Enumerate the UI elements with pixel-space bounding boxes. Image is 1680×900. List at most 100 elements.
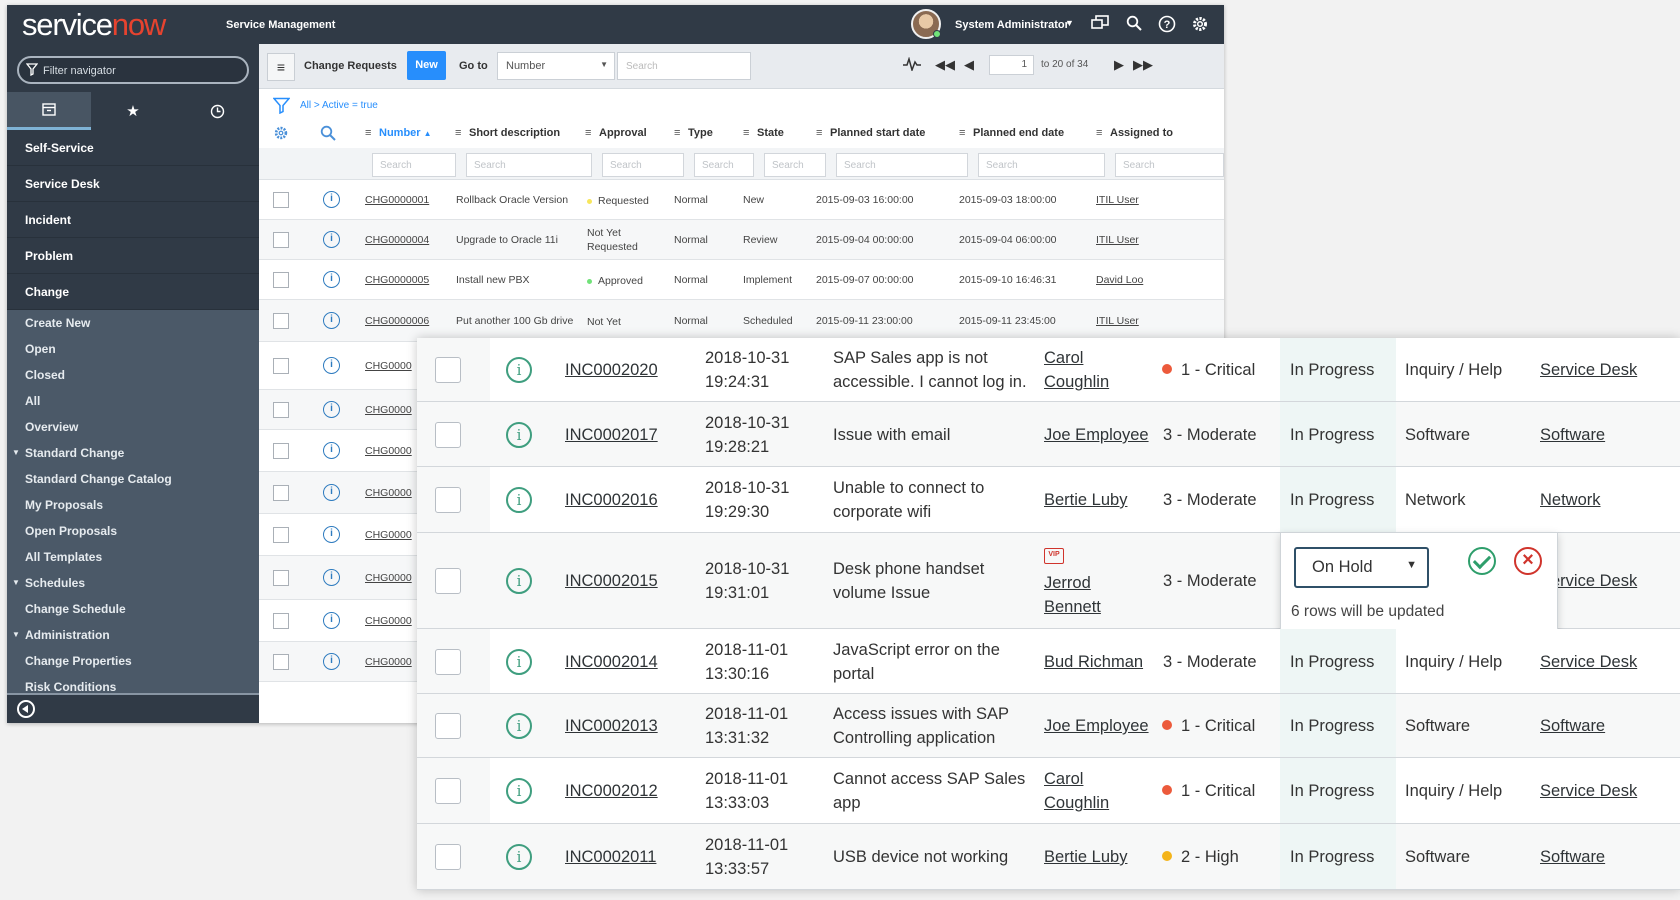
list-menu-button[interactable]: ≡ [267,53,295,81]
caller-link-cont[interactable]: Coughlin [1044,370,1109,394]
info-icon[interactable]: i [506,713,532,739]
table-row[interactable]: i INC0002014 2018-11-01 13:30:16 JavaScript … [417,629,1680,694]
incident-number-link[interactable]: INC0002014 [565,650,658,674]
row-checkbox[interactable] [435,422,461,448]
table-row[interactable]: i INC0002017 2018-10-31 19:28:21 Issue with … [417,402,1680,467]
nav-item-all[interactable]: All [7,388,259,414]
column-header-number[interactable]: ≡ Number ▲ [365,127,432,139]
nav-item-my-proposals[interactable]: My Proposals [7,492,259,518]
nav-module-change[interactable]: Change [7,274,259,310]
nav-module-self-service[interactable]: Self-Service [7,130,259,166]
nav-item-create-new[interactable]: Create New [7,310,259,336]
connect-chat-icon[interactable] [1090,15,1110,35]
row-checkbox[interactable] [435,568,461,594]
change-number-link[interactable]: CHG0000 [365,572,412,584]
row-checkbox[interactable] [435,649,461,675]
change-number-link[interactable]: CHG0000 [365,404,412,416]
search-start-input[interactable]: Search [836,153,968,177]
table-row[interactable]: i CHG0000006 Put another 100 Gb drive Not Y… [259,300,1224,342]
gear-icon[interactable] [1190,15,1210,35]
state-cell[interactable]: In Progress [1290,488,1374,512]
table-row[interactable]: i CHG0000004 Upgrade to Oracle 11i Not Yet … [259,220,1224,260]
state-cell[interactable]: In Progress [1290,423,1374,447]
assigned-to-link[interactable]: ITIL User [1096,315,1139,327]
nav-module-service-desk[interactable]: Service Desk [7,166,259,202]
column-header-planned-start[interactable]: ≡ Planned start date [816,127,925,139]
state-cell[interactable]: In Progress [1290,714,1374,738]
table-row[interactable]: i INC0002012 2018-11-01 13:33:03 Cannot acce… [417,758,1680,824]
info-icon[interactable]: i [323,653,340,670]
info-icon[interactable]: i [323,612,340,629]
assignment-group-link[interactable]: Software [1540,845,1605,869]
row-checkbox[interactable] [273,570,289,586]
last-page-icon[interactable]: ▶▶ [1133,57,1153,73]
tab-favorites[interactable]: ★ [91,92,175,130]
info-icon[interactable]: i [506,357,532,383]
change-number-link[interactable]: CHG0000 [365,656,412,668]
table-row[interactable]: i INC0002013 2018-11-01 13:31:32 Access issu… [417,694,1680,758]
column-header-short-description[interactable]: ≡ Short description [455,127,560,139]
nav-item-open-proposals[interactable]: Open Proposals [7,518,259,544]
info-icon[interactable]: i [506,778,532,804]
nav-item-open[interactable]: Open [7,336,259,362]
change-number-link[interactable]: CHG0000005 [365,274,429,286]
search-icon[interactable] [320,125,336,144]
info-icon[interactable]: i [506,422,532,448]
tab-all-applications[interactable] [7,92,91,130]
row-checkbox[interactable] [273,232,289,248]
row-checkbox[interactable] [435,778,461,804]
goto-field-select[interactable]: Number ▼ [497,52,615,80]
nav-item-overview[interactable]: Overview [7,414,259,440]
row-checkbox[interactable] [435,487,461,513]
caller-link[interactable]: Carol [1044,346,1083,370]
change-number-link[interactable]: CHG0000 [365,487,412,499]
search-state-input[interactable]: Search [764,153,826,177]
table-row[interactable]: i INC0002016 2018-10-31 19:29:30 Unable to c… [417,467,1680,533]
caller-link[interactable]: Joe Employee [1044,714,1149,738]
caller-link[interactable]: Carol [1044,767,1083,791]
search-assigned-input[interactable]: Search [1115,153,1224,177]
assignment-group-link[interactable]: Software [1540,714,1605,738]
column-header-type[interactable]: ≡ Type [674,127,713,139]
filter-navigator-input[interactable]: Filter navigator [17,56,249,84]
change-number-link[interactable]: CHG0000 [365,615,412,627]
column-header-planned-end[interactable]: ≡ Planned end date [959,127,1064,139]
table-row[interactable]: i INC0002011 2018-11-01 13:33:57 USB device … [417,824,1680,890]
nav-item-administration[interactable]: ▼ Administration [7,622,259,648]
search-type-input[interactable]: Search [694,153,754,177]
state-cell[interactable]: In Progress [1290,358,1374,382]
breadcrumb-text[interactable]: All > Active = true [300,100,378,111]
nav-item-change-schedule[interactable]: Change Schedule [7,596,259,622]
change-number-link[interactable]: CHG0000 [365,445,412,457]
caller-link-cont[interactable]: Coughlin [1044,791,1109,815]
search-end-input[interactable]: Search [978,153,1105,177]
row-checkbox[interactable] [273,485,289,501]
nav-module-problem[interactable]: Problem [7,238,259,274]
row-checkbox[interactable] [273,192,289,208]
change-number-link[interactable]: CHG0000004 [365,234,429,246]
caller-link[interactable]: Bud Richman [1044,650,1143,674]
row-checkbox[interactable] [273,527,289,543]
info-icon[interactable]: i [506,568,532,594]
state-select[interactable]: On Hold ▼ [1294,547,1429,588]
row-checkbox[interactable] [435,357,461,383]
collapse-navigator-icon[interactable] [17,700,35,718]
info-icon[interactable]: i [323,569,340,586]
confirm-check-icon[interactable] [1468,547,1496,575]
info-icon[interactable]: i [506,487,532,513]
table-row[interactable]: i CHG0000001 Rollback Oracle Version Reques… [259,180,1224,220]
servicenow-logo[interactable]: servicenow [22,8,166,42]
nav-item-standard-change[interactable]: ▼ Standard Change [7,440,259,466]
nav-item-standard-change-catalog[interactable]: Standard Change Catalog [7,466,259,492]
next-page-icon[interactable]: ▶ [1114,57,1124,73]
user-menu[interactable]: System Administrator [955,19,1069,31]
info-icon[interactable]: i [323,191,340,208]
table-row[interactable]: i CHG0000005 Install new PBX Approved Normal… [259,260,1224,300]
personalize-list-gear-icon[interactable] [273,125,289,144]
cancel-x-icon[interactable]: × [1514,547,1542,575]
nav-item-all-templates[interactable]: All Templates [7,544,259,570]
assignment-group-link[interactable]: Service Desk [1540,779,1637,803]
info-icon[interactable]: i [323,526,340,543]
expand-triangle-icon[interactable]: ▼ [12,440,20,466]
column-header-approval[interactable]: ≡ Approval [585,127,647,139]
